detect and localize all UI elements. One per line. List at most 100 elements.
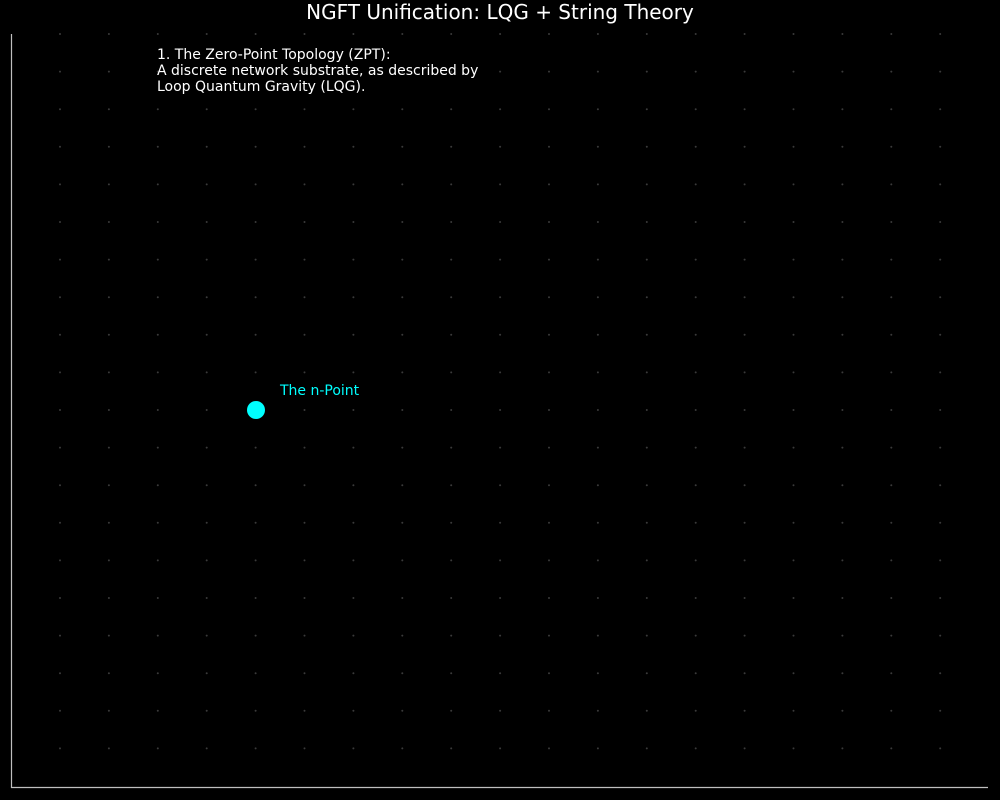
grid-dot xyxy=(499,33,502,35)
grid-dot xyxy=(254,521,257,524)
grid-dot xyxy=(303,296,306,299)
grid-dot xyxy=(205,371,208,374)
grid-dot xyxy=(401,446,404,449)
grid-dot xyxy=(890,634,893,637)
grid-dot xyxy=(401,33,404,35)
zpt-annotation: 1. The Zero-Point Topology (ZPT): A disc… xyxy=(157,47,478,95)
grid-dot xyxy=(450,521,453,524)
grid-dot xyxy=(841,333,844,336)
grid-dot xyxy=(841,559,844,562)
grid-dot xyxy=(450,634,453,637)
grid-dot xyxy=(743,333,746,336)
grid-dot xyxy=(254,296,257,299)
grid-dot xyxy=(841,145,844,148)
grid-dot xyxy=(645,672,648,675)
grid-dot xyxy=(743,521,746,524)
grid-dot xyxy=(59,521,61,524)
grid-dot xyxy=(792,258,795,261)
grid-dot xyxy=(401,145,404,148)
grid-dot xyxy=(939,559,942,562)
grid-dot xyxy=(352,672,355,675)
grid-dot xyxy=(254,672,257,675)
grid-dot xyxy=(645,709,648,712)
grid-dot xyxy=(59,296,61,299)
grid-dot xyxy=(156,521,159,524)
grid-dot xyxy=(792,108,795,111)
grid-dot xyxy=(939,145,942,148)
grid-dot xyxy=(303,409,306,411)
grid-dot xyxy=(548,747,550,750)
grid-dot xyxy=(841,672,844,675)
grid-dot xyxy=(303,371,306,374)
grid-dot xyxy=(352,597,355,599)
grid-dot xyxy=(939,371,942,374)
grid-dot xyxy=(890,747,893,750)
grid-dot xyxy=(694,747,697,750)
grid-dot xyxy=(694,371,697,374)
grid-dot xyxy=(548,183,550,186)
grid-dot xyxy=(548,371,550,374)
grid-dot xyxy=(596,597,599,599)
grid-dot xyxy=(352,484,355,487)
grid-dot xyxy=(792,709,795,712)
grid-dot xyxy=(499,333,502,336)
grid-dot xyxy=(596,108,599,111)
grid-dot xyxy=(792,145,795,148)
grid-dot xyxy=(743,33,746,35)
grid-dot xyxy=(352,108,355,111)
grid-dot xyxy=(450,409,453,411)
grid-dot xyxy=(156,484,159,487)
grid-dot xyxy=(694,709,697,712)
grid-dot xyxy=(890,221,893,223)
grid-dot xyxy=(743,597,746,599)
grid-dot xyxy=(890,672,893,675)
grid-dot xyxy=(499,371,502,374)
grid-dot xyxy=(841,108,844,111)
grid-dot xyxy=(450,296,453,299)
grid-dot xyxy=(792,597,795,599)
grid-dot xyxy=(743,484,746,487)
grid-dot xyxy=(352,221,355,223)
grid-dot xyxy=(156,108,159,111)
grid-dot xyxy=(450,446,453,449)
grid-dot xyxy=(156,371,159,374)
grid-dot xyxy=(107,559,110,562)
grid-dot xyxy=(59,221,61,223)
grid-dot xyxy=(596,33,599,35)
grid-dot xyxy=(792,672,795,675)
grid-dot xyxy=(499,145,502,148)
grid-dot xyxy=(841,484,844,487)
grid-dot xyxy=(156,333,159,336)
grid-dot xyxy=(401,221,404,223)
grid-dot xyxy=(401,371,404,374)
grid-dot xyxy=(303,484,306,487)
grid-dot xyxy=(450,258,453,261)
grid-dot xyxy=(890,33,893,35)
grid-dot xyxy=(743,709,746,712)
grid-dot xyxy=(205,108,208,111)
grid-dot xyxy=(841,70,844,73)
grid-dot xyxy=(645,559,648,562)
grid-dot xyxy=(499,709,502,712)
grid-dot xyxy=(548,258,550,261)
grid-dot xyxy=(596,672,599,675)
grid-dot xyxy=(596,559,599,562)
grid-dot xyxy=(645,33,648,35)
grid-dot xyxy=(548,221,550,223)
grid-dot xyxy=(596,446,599,449)
grid-dot xyxy=(841,446,844,449)
grid-dot xyxy=(890,597,893,599)
grid-dot xyxy=(841,597,844,599)
grid-dot xyxy=(939,258,942,261)
grid-dot xyxy=(645,333,648,336)
grid-dot xyxy=(254,371,257,374)
grid-dot xyxy=(743,634,746,637)
grid-dot xyxy=(743,183,746,186)
grid-dot xyxy=(792,409,795,411)
grid-dot xyxy=(890,258,893,261)
grid-dot xyxy=(59,747,61,750)
grid-dot xyxy=(59,258,61,261)
grid-dot xyxy=(694,108,697,111)
grid-dot xyxy=(792,33,795,35)
grid-dot xyxy=(254,559,257,562)
